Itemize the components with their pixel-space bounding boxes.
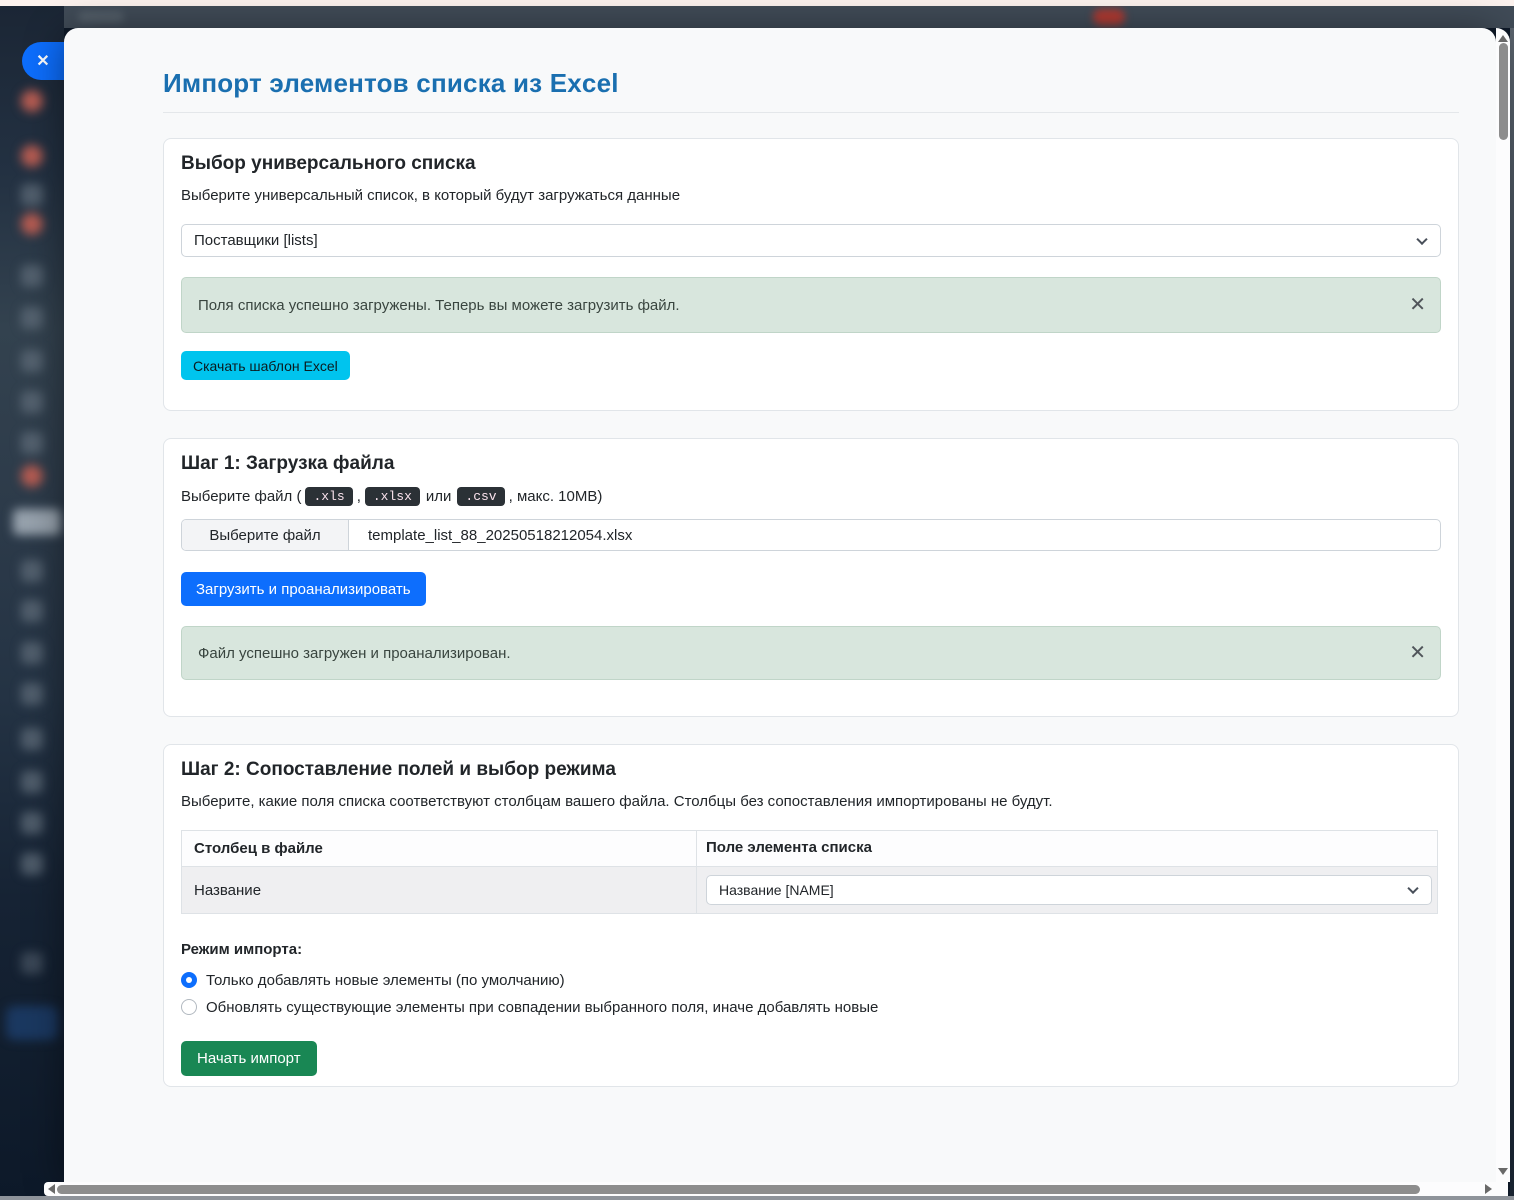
ext-badge-xlsx: .xlsx (365, 487, 420, 506)
page-title: Импорт элементов списка из Excel (163, 68, 1459, 99)
alert-close-icon[interactable]: ✕ (1409, 643, 1426, 663)
sidebar-icon (21, 642, 43, 664)
step2-description: Выберите, какие поля списка соответствую… (181, 793, 1441, 810)
table-row: Название Название [NAME] (182, 866, 1437, 913)
step2-card: Шаг 2: Сопоставление полей и выбор режим… (163, 744, 1459, 1087)
sidebar-icon-red (21, 145, 43, 167)
universal-list-select-value: Поставщики [lists] (194, 232, 318, 249)
sidebar-icon (21, 771, 43, 793)
scroll-up-arrow-icon[interactable] (1498, 35, 1508, 42)
sidebar-icon-red (21, 90, 43, 112)
ext-badge-csv: .csv (457, 487, 504, 506)
radio-add-new-label[interactable]: Только добавлять новые элементы (по умол… (206, 972, 565, 989)
chevron-down-icon (1407, 883, 1418, 894)
universal-list-select[interactable]: Поставщики [lists] (181, 224, 1441, 257)
file-hint-suffix: , макс. 10MB) (509, 488, 603, 505)
modal-close-button[interactable]: ✕ (22, 42, 64, 80)
radio-add-new[interactable] (181, 972, 197, 988)
top-navbar (0, 6, 1514, 28)
sidebar-icon (21, 307, 43, 329)
sidebar-icon (21, 600, 43, 622)
sidebar-icon (21, 265, 43, 287)
selected-file-name: template_list_88_20250518212054.xlsx (349, 520, 632, 550)
sidebar-icon (21, 432, 43, 454)
upload-analyze-button[interactable]: Загрузить и проанализировать (181, 572, 426, 606)
fields-loaded-alert-text: Поля списка успешно загружены. Теперь вы… (198, 297, 680, 314)
file-input[interactable]: Выберите файл template_list_88_202505182… (181, 519, 1441, 551)
vertical-scrollbar[interactable] (1496, 28, 1510, 1182)
sidebar-icon-active (13, 509, 61, 535)
sidebar-blurred-icons (0, 6, 64, 1196)
list-selection-heading: Выбор универсального списка (181, 153, 1441, 175)
navbar-blurred-item (78, 11, 124, 23)
alert-close-icon[interactable]: ✕ (1409, 295, 1426, 315)
close-icon: ✕ (36, 51, 49, 71)
file-column-name: Название (182, 867, 697, 913)
field-mapping-select-value: Название [NAME] (719, 882, 834, 898)
sidebar-icon (21, 391, 43, 413)
radio-update-existing[interactable] (181, 999, 197, 1015)
sidebar-icon (21, 853, 43, 875)
sidebar-icon (21, 560, 43, 582)
vertical-scrollbar-thumb[interactable] (1499, 43, 1508, 140)
title-divider (163, 112, 1459, 113)
scroll-left-arrow-icon[interactable] (48, 1184, 55, 1194)
step2-heading: Шаг 2: Сопоставление полей и выбор режим… (181, 759, 1441, 781)
sidebar-backdrop (0, 6, 64, 1196)
mapping-table: Столбец в файле Поле элемента списка Наз… (181, 830, 1438, 914)
sidebar-glow (6, 1006, 58, 1040)
list-selection-card: Выбор универсального списка Выберите уни… (163, 138, 1459, 411)
horizontal-scrollbar[interactable] (44, 1182, 1508, 1196)
step1-card: Шаг 1: Загрузка файла Выберите файл (.xl… (163, 438, 1459, 717)
window-bottom-edge (0, 1196, 1514, 1200)
download-template-button[interactable]: Скачать шаблон Excel (181, 351, 350, 380)
sidebar-icon (21, 184, 43, 206)
mapping-table-header: Столбец в файле Поле элемента списка (182, 831, 1437, 866)
sidebar-icon (21, 728, 43, 750)
field-mapping-select[interactable]: Название [NAME] (706, 875, 1432, 905)
sidebar-icon-red (21, 213, 43, 235)
sidebar-icon (21, 812, 43, 834)
step1-heading: Шаг 1: Загрузка файла (181, 453, 1441, 475)
start-import-button[interactable]: Начать импорт (181, 1041, 317, 1076)
column-header-file: Столбец в файле (182, 831, 697, 866)
file-select-button[interactable]: Выберите файл (182, 520, 349, 550)
mode-add-new-row: Только добавлять новые элементы (по умол… (181, 969, 1441, 991)
file-uploaded-alert-text: Файл успешно загружен и проанализирован. (198, 645, 511, 662)
ext-badge-xls: .xls (305, 487, 352, 506)
fields-loaded-alert: Поля списка успешно загружены. Теперь вы… (181, 277, 1441, 333)
file-hint: Выберите файл (.xls,.xlsx или .csv , макс. … (181, 487, 1441, 506)
import-mode-label: Режим импорта: (181, 941, 1441, 958)
sidebar-icon-red (21, 465, 43, 487)
recording-indicator-icon (1093, 9, 1125, 25)
radio-update-existing-label[interactable]: Обновлять существующие элементы при совп… (206, 999, 878, 1016)
file-hint-sep2: или (426, 488, 452, 505)
import-modal: Импорт элементов списка из Excel Выбор у… (64, 28, 1496, 1182)
file-hint-prefix: Выберите файл ( (181, 488, 301, 505)
list-selection-description: Выберите универсальный список, в который… (181, 187, 1441, 204)
sidebar-icon (21, 350, 43, 372)
sidebar-icon (21, 683, 43, 705)
scroll-down-arrow-icon[interactable] (1498, 1168, 1508, 1175)
page-right-edge (1510, 28, 1514, 1196)
scroll-right-arrow-icon[interactable] (1485, 1184, 1492, 1194)
sidebar-icon (21, 952, 43, 974)
mode-update-existing-row: Обновлять существующие элементы при совп… (181, 996, 1441, 1018)
file-uploaded-alert: Файл успешно загружен и проанализирован.… (181, 626, 1441, 680)
column-header-field: Поле элемента списка (697, 831, 1437, 866)
file-hint-sep1: , (357, 488, 361, 505)
horizontal-scrollbar-thumb[interactable] (57, 1185, 1420, 1194)
chevron-down-icon (1416, 233, 1427, 244)
